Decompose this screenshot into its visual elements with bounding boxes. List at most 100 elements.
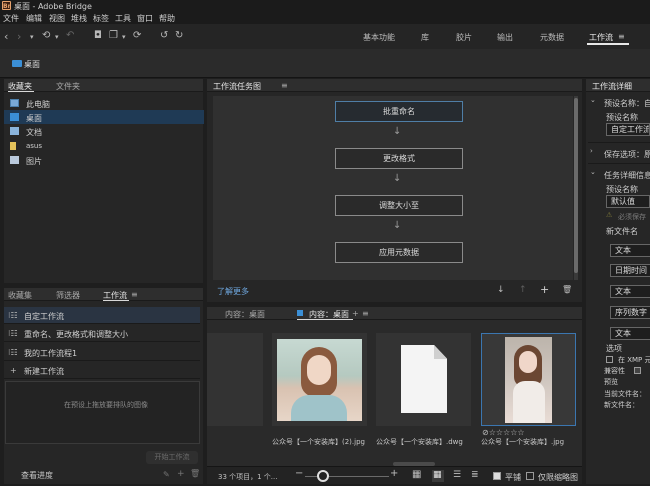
thumbnail-photo-2[interactable] — [272, 333, 367, 426]
workflow-drop-zone[interactable]: 在预设上拖放要排队的图像 — [5, 381, 200, 444]
back-icon[interactable]: ‹ — [4, 30, 8, 43]
add-tab-icon[interactable]: + — [352, 309, 359, 318]
menu-edit[interactable]: 编辑 — [26, 13, 42, 24]
tab-content-desktop[interactable]: 内容：桌面 — [225, 309, 265, 320]
zoom-out-icon[interactable]: − — [295, 469, 303, 479]
filename-part-text-2[interactable]: 文本 — [610, 285, 650, 298]
chevron-down-icon[interactable]: ▾ — [122, 33, 126, 41]
learn-more-link[interactable]: 了解更多 — [217, 286, 249, 297]
favorite-item-desktop[interactable]: 桌面 — [4, 110, 204, 124]
toolbar: ‹ › ▾ ⟲ ▾ ↶ ◘ ❐ ▾ ⟳ ↺ ↻ 基本功能 库 胶片 输出 元数据… — [0, 24, 650, 49]
filename-part-sequence[interactable]: 序列数字 — [610, 306, 650, 319]
task-map-scrollbar[interactable] — [574, 96, 578, 280]
photo-dress — [513, 381, 545, 423]
chevron-right-icon[interactable]: › — [590, 148, 593, 155]
workspace-menu-icon[interactable]: ≡ — [618, 32, 625, 41]
filename-part-datetime[interactable]: 日期时间 — [610, 264, 650, 277]
task-change-format[interactable]: 更改格式 — [335, 148, 463, 169]
rotate-left-icon[interactable]: ↺ — [160, 30, 168, 41]
thumbs-only-checkbox[interactable] — [526, 472, 534, 480]
filename-part-text-1[interactable]: 文本 — [610, 244, 650, 257]
add-icon[interactable]: + — [177, 470, 185, 479]
plus-icon: + — [10, 366, 17, 375]
tab-menu-icon[interactable]: ≡ — [131, 290, 138, 299]
favorite-item-pictures[interactable]: 图片 — [4, 153, 204, 167]
menu-stack[interactable]: 堆栈 — [71, 13, 87, 24]
rotate-right-icon[interactable]: ↻ — [175, 30, 183, 41]
delete-task-icon[interactable]: 🗑 — [562, 286, 572, 294]
view-list-icon[interactable]: ≣ — [471, 471, 479, 480]
filename-part-text-3[interactable]: 文本 — [610, 327, 650, 340]
menu-label[interactable]: 标签 — [93, 13, 109, 24]
thumbnail-partial[interactable] — [207, 333, 263, 426]
favorite-item-asus[interactable]: asus — [4, 139, 204, 153]
chevron-down-icon[interactable]: ⌄ — [590, 97, 596, 104]
add-task-icon[interactable]: + — [540, 284, 549, 295]
camera-icon[interactable]: ◘ — [94, 30, 102, 41]
move-down-icon[interactable]: ↓ — [497, 286, 505, 295]
new-workflow-button[interactable]: + 新建工作流 — [4, 362, 200, 379]
workspace-workflow[interactable]: 工作流 — [589, 32, 613, 43]
view-details-icon[interactable]: ☰ — [453, 471, 461, 480]
workflow-item-custom[interactable]: ⁝☷ 自定工作流 — [4, 307, 200, 324]
workflow-item-rename-convert-resize[interactable]: ⁝☷ 重命名、更改格式和调整大小 — [4, 325, 200, 342]
start-workflow-button[interactable]: 开始工作流 — [146, 451, 198, 464]
tiling-checkbox[interactable] — [493, 472, 501, 480]
bridge-app-icon: Br — [2, 1, 11, 10]
copy-icon[interactable]: ❐ — [109, 30, 118, 41]
drop-hint: 在预设上拖放要排队的图像 — [64, 401, 148, 409]
path-desktop[interactable]: 桌面 — [24, 59, 40, 70]
tab-collections[interactable]: 收藏集 — [8, 290, 32, 301]
chevron-down-icon[interactable]: ▾ — [30, 33, 34, 41]
task-batch-rename[interactable]: 批重命名 — [335, 101, 463, 122]
history-icon[interactable]: ⟲ — [42, 30, 50, 41]
divider — [588, 163, 650, 164]
menu-window[interactable]: 窗口 — [137, 13, 153, 24]
pin-icon — [297, 310, 303, 316]
chevron-down-icon[interactable]: ⌄ — [590, 169, 596, 176]
compat-checkbox[interactable] — [634, 367, 641, 374]
menu-view[interactable]: 视图 — [49, 13, 65, 24]
scrollbar-thumb[interactable] — [574, 98, 578, 273]
favorite-item-documents[interactable]: 文档 — [4, 124, 204, 138]
tab-folders[interactable]: 文件夹 — [56, 81, 80, 92]
return-icon[interactable]: ↶ — [66, 30, 74, 41]
tab-menu-icon[interactable]: ≡ — [281, 81, 288, 90]
edit-icon[interactable]: ✎ — [163, 471, 170, 479]
workflow-icon: ⁝☷ — [8, 348, 18, 357]
workflow-item-my-workflow-1[interactable]: ⁝☷ 我的工作流程1 — [4, 344, 200, 361]
menu-tools[interactable]: 工具 — [115, 13, 131, 24]
workspace-filmstrip[interactable]: 胶片 — [456, 32, 472, 43]
tab-filter[interactable]: 筛选器 — [56, 290, 80, 301]
zoom-slider-handle[interactable] — [317, 470, 329, 482]
workspace-essentials[interactable]: 基本功能 — [363, 32, 395, 43]
view-progress-link[interactable]: 查看进度 — [21, 470, 53, 481]
refresh-icon[interactable]: ⟳ — [133, 30, 141, 41]
task-apply-metadata[interactable]: 应用元数据 — [335, 242, 463, 263]
zoom-in-icon[interactable]: + — [390, 469, 398, 479]
thumbnail-document[interactable] — [376, 333, 471, 426]
forward-icon[interactable]: › — [17, 30, 21, 43]
workspace-library[interactable]: 库 — [421, 32, 429, 43]
menu-file[interactable]: 文件 — [3, 13, 19, 24]
current-filename-label: 当前文件名： — [604, 390, 646, 398]
preset-name-input[interactable]: 自定工作流 — [606, 123, 650, 136]
chevron-down-icon[interactable]: ▾ — [55, 33, 59, 41]
trash-icon[interactable]: 🗑 — [190, 470, 200, 478]
desktop-folder-icon — [12, 60, 22, 67]
workspace-metadata[interactable]: 元数据 — [540, 32, 564, 43]
grid-lock-icon[interactable]: ▦ — [412, 470, 421, 480]
preset-select[interactable]: 默认值 — [606, 195, 650, 208]
workspace-output[interactable]: 输出 — [497, 32, 513, 43]
menu-help[interactable]: 帮助 — [159, 13, 175, 24]
move-up-icon[interactable]: ↑ — [519, 286, 527, 295]
thumbnail-photo-selected[interactable] — [481, 333, 576, 426]
tiling-label: 平铺 — [505, 473, 521, 482]
xmp-checkbox[interactable] — [606, 356, 613, 363]
task-map-panel-header: 工作流任务图 ≡ — [207, 79, 582, 92]
rating-stars[interactable]: ⊘☆☆☆☆☆ — [482, 428, 525, 437]
thumbs-only-label: 仅限缩略图 — [538, 473, 578, 482]
tab-menu-icon[interactable]: ≡ — [362, 309, 369, 318]
task-resize[interactable]: 调整大小至 — [335, 195, 463, 216]
favorite-item-this-pc[interactable]: 此电脑 — [4, 96, 204, 110]
